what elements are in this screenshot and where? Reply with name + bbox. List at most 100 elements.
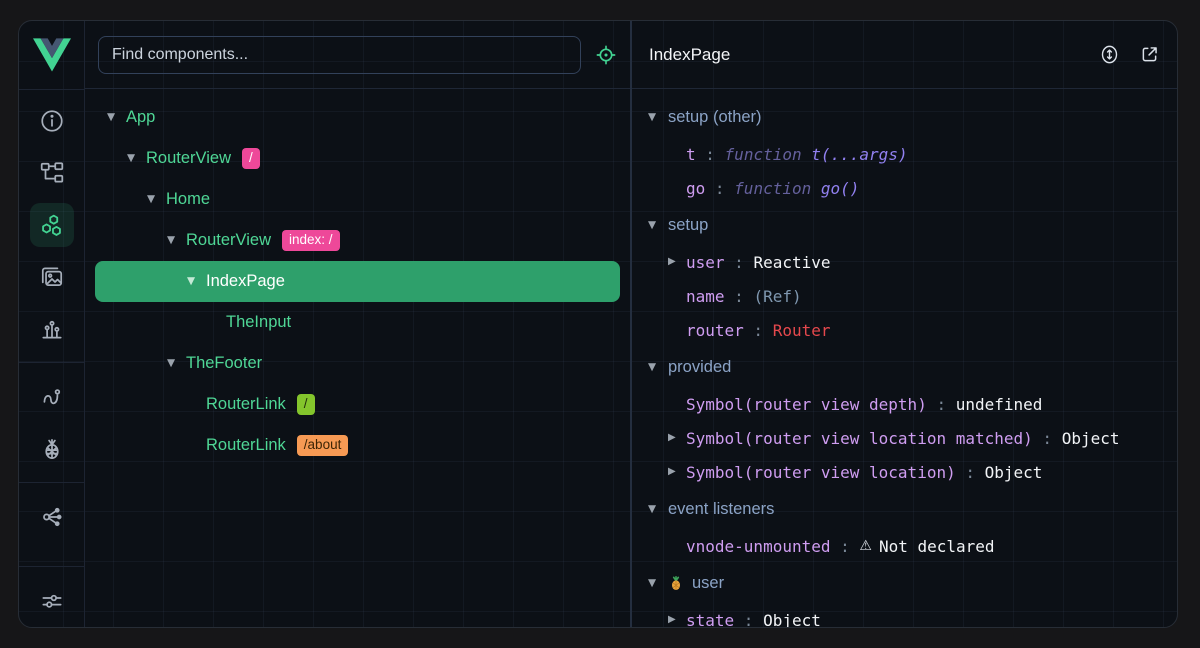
component-name: TheInput <box>226 313 291 332</box>
open-in-editor-icon[interactable] <box>1139 44 1160 65</box>
state-inspector: ▼setup (other)t : function t(...args)go … <box>632 89 1177 627</box>
state-value: Reactive <box>753 253 830 272</box>
sidebar-item-pinia-icon[interactable] <box>30 427 74 471</box>
collapse-icon[interactable]: ▼ <box>648 578 668 589</box>
section-provided[interactable]: ▼provided <box>648 347 1177 387</box>
section-setup[interactable]: ▼setup <box>648 205 1177 245</box>
expand-arrow-icon[interactable]: ▶ <box>668 257 686 267</box>
state-row-user[interactable]: ▶user : Reactive <box>648 245 1177 279</box>
value-function-keyword: function <box>734 179 821 198</box>
expand-toggle-icon[interactable]: ▼ <box>187 276 206 287</box>
sidebar-divider <box>19 362 85 364</box>
tree-node-theinput[interactable]: TheInput <box>95 302 620 343</box>
tree-node-home[interactable]: ▼Home <box>95 179 620 220</box>
component-name: RouterLink <box>206 395 286 414</box>
search-input[interactable] <box>98 36 581 74</box>
section-label: setup <box>668 216 708 235</box>
section-label: setup (other) <box>668 108 762 127</box>
expand-toggle-icon[interactable]: ▼ <box>127 153 146 164</box>
state-value: Router <box>773 321 831 340</box>
key-value-separator: : <box>956 463 985 482</box>
state-key: vnode-unmounted <box>686 537 831 556</box>
collapse-icon[interactable]: ▼ <box>648 112 668 123</box>
collapse-icon[interactable]: ▼ <box>648 220 668 231</box>
component-outline-icon <box>39 160 65 186</box>
state-key: state <box>686 611 734 628</box>
section-event-listeners[interactable]: ▼event listeners <box>648 489 1177 529</box>
state-value: Object <box>985 463 1043 482</box>
pinia-icon <box>668 575 684 591</box>
info-icon <box>39 108 65 134</box>
state-row-symbol-router-view-location-matched[interactable]: ▶Symbol(router view location matched) : … <box>648 421 1177 455</box>
state-row-state[interactable]: ▶state : Object <box>648 603 1177 627</box>
tree-node-thefooter[interactable]: ▼TheFooter <box>95 343 620 384</box>
component-name: App <box>126 108 155 127</box>
state-row-symbol-router-view-depth: Symbol(router view depth) : undefined <box>648 387 1177 421</box>
key-value-separator: : <box>744 321 773 340</box>
key-value-separator: : <box>725 253 754 272</box>
state-value: (Ref) <box>753 287 801 306</box>
key-value-separator: : <box>1033 429 1062 448</box>
state-row-vnode-unmounted: vnode-unmounted : ⚠ Not declared <box>648 529 1177 563</box>
value-function-keyword: function <box>725 145 812 164</box>
expand-toggle-icon[interactable]: ▼ <box>107 112 126 123</box>
tree-node-routerview[interactable]: ▼RouterView / <box>95 138 620 179</box>
component-name: RouterView <box>146 149 231 168</box>
tree-node-routerlink[interactable]: RouterLink/about <box>95 425 620 466</box>
vue-logo <box>19 21 84 90</box>
expand-toggle-icon[interactable]: ▼ <box>167 358 186 369</box>
sidebar-item-component-outline-icon[interactable] <box>30 151 74 195</box>
section-label: event listeners <box>668 500 774 519</box>
inspector-header-icons <box>1099 44 1160 65</box>
state-row-router: router : Router <box>648 313 1177 347</box>
component-tree: ▼App▼RouterView/▼Home▼RouterViewindex: /… <box>85 89 630 627</box>
tree-node-routerlink[interactable]: RouterLink/ <box>95 384 620 425</box>
key-value-separator: : <box>705 179 734 198</box>
sidebar-item-info-icon[interactable] <box>30 99 74 143</box>
expand-arrow-icon[interactable]: ▶ <box>668 467 686 477</box>
state-key: go <box>686 179 705 198</box>
inspect-component-icon[interactable] <box>595 44 617 66</box>
expand-arrow-icon[interactable]: ▶ <box>668 433 686 443</box>
sidebar-item-settings-icon[interactable] <box>30 579 74 623</box>
component-name: TheFooter <box>186 354 262 373</box>
inspector-header: IndexPage <box>632 21 1177 89</box>
sidebar-item-module-graph-icon[interactable] <box>30 495 74 539</box>
section-setup-other[interactable]: ▼setup (other) <box>648 97 1177 137</box>
route-badge: / <box>242 148 260 168</box>
key-value-separator: : <box>831 537 860 556</box>
key-value-separator: : <box>725 287 754 306</box>
value-function-signature: go() <box>821 179 860 198</box>
tree-node-app[interactable]: ▼App <box>95 97 620 138</box>
expand-arrow-icon[interactable]: ▶ <box>668 615 686 625</box>
state-row-t: t : function t(...args) <box>648 137 1177 171</box>
key-value-separator: : <box>927 395 956 414</box>
warning-icon: ⚠ <box>859 538 872 554</box>
sidebar-item-components-icon[interactable] <box>30 203 74 247</box>
state-row-symbol-router-view-location[interactable]: ▶Symbol(router view location) : Object <box>648 455 1177 489</box>
expand-toggle-icon[interactable]: ▼ <box>147 194 166 205</box>
components-tree-panel: ▼App▼RouterView/▼Home▼RouterViewindex: /… <box>85 21 630 627</box>
timeline-icon <box>39 316 65 342</box>
collapse-icon[interactable]: ▼ <box>648 504 668 515</box>
state-key: user <box>686 253 725 272</box>
settings-icon <box>39 588 65 614</box>
state-key: router <box>686 321 744 340</box>
expand-toggle-icon[interactable]: ▼ <box>167 235 186 246</box>
collapse-icon[interactable]: ▼ <box>648 362 668 373</box>
section-user[interactable]: ▼user <box>648 563 1177 603</box>
tree-node-routerview[interactable]: ▼RouterViewindex: / <box>95 220 620 261</box>
pages-icon <box>39 264 65 290</box>
sidebar-item-timeline-icon[interactable] <box>30 307 74 351</box>
state-value: undefined <box>956 395 1043 414</box>
route-badge: /about <box>297 435 349 455</box>
sidebar-item-pages-icon[interactable] <box>30 255 74 299</box>
sidebar-divider <box>19 482 85 484</box>
components-icon <box>38 212 65 239</box>
tree-node-indexpage[interactable]: ▼IndexPage <box>95 261 620 302</box>
sidebar-item-router-icon[interactable] <box>30 375 74 419</box>
state-value: Not declared <box>879 537 995 556</box>
component-name: Home <box>166 190 210 209</box>
scroll-to-component-icon[interactable] <box>1099 44 1120 65</box>
state-row-go: go : function go() <box>648 171 1177 205</box>
